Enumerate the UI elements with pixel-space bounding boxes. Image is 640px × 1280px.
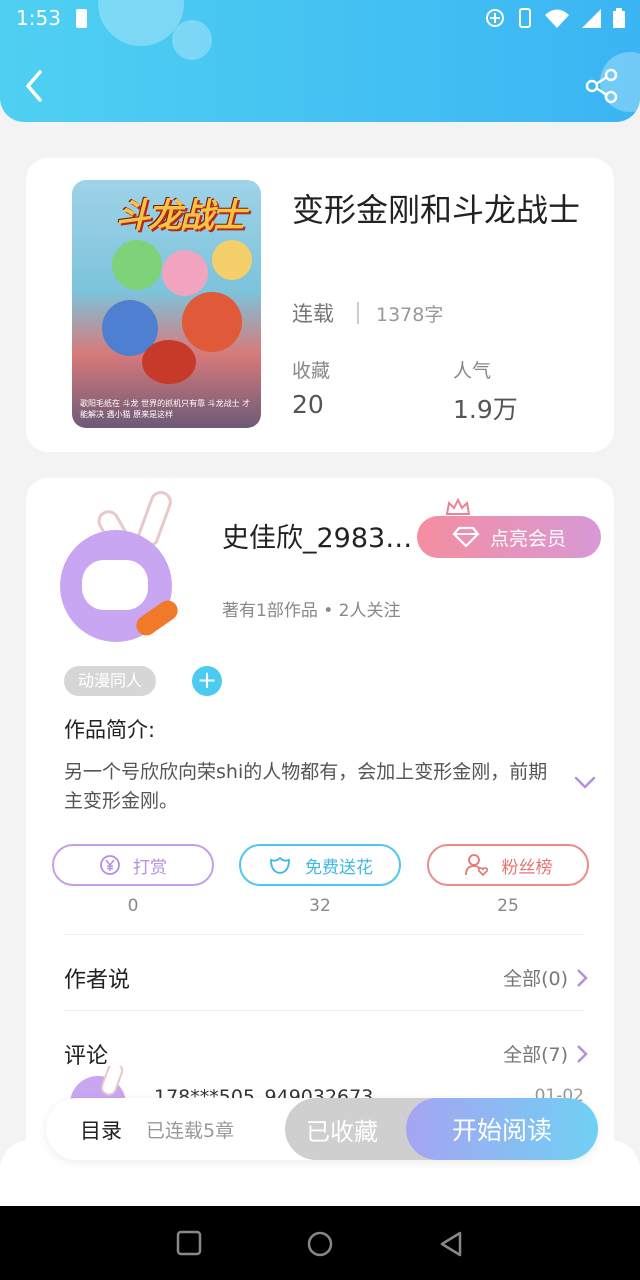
fan-icon <box>464 854 488 877</box>
back-arrow-icon[interactable] <box>20 68 50 104</box>
battery-icon <box>613 8 625 28</box>
book-status: 连载 <box>292 302 334 326</box>
cover-figure <box>142 340 196 384</box>
popularity-label: 人气 <box>453 360 492 382</box>
wifi-icon <box>545 9 569 28</box>
collected-label: 已收藏 <box>306 1117 378 1146</box>
chevron-down-icon[interactable] <box>574 776 596 790</box>
avatar[interactable] <box>60 487 190 646</box>
chat-bubble-icon <box>82 560 148 610</box>
chevron-right-icon <box>577 968 588 987</box>
fan-ranking-label: 粉丝榜 <box>501 857 553 878</box>
divider <box>64 1010 584 1011</box>
chevron-right-icon <box>577 1044 588 1063</box>
book-cover[interactable]: 斗龙战士6 歌阳毛纸在 斗龙 世界的抓机只有靠 斗龙战士 才能解决 遇小猫 原来… <box>72 180 261 428</box>
flower-icon <box>270 856 290 874</box>
add-tag-button[interactable]: + <box>192 666 222 696</box>
header: 1:53 <box>0 0 640 122</box>
back-nav-icon[interactable] <box>438 1230 464 1258</box>
author-says-all-label: 全部(0) <box>503 968 568 990</box>
author-name[interactable]: 史佳欣_2983… <box>222 516 412 555</box>
comments-all-label: 全部(7) <box>503 1044 568 1066</box>
book-word-count: 1378字 <box>376 304 444 326</box>
status-bar: 1:53 <box>0 0 640 40</box>
cover-figure <box>162 250 208 296</box>
tip-count: 0 <box>127 896 139 916</box>
vip-button[interactable]: 点亮会员 <box>417 516 601 558</box>
toc-button[interactable]: 目录 <box>80 1115 122 1145</box>
free-flower-button[interactable]: 免费送花 <box>239 844 401 886</box>
battery-saver-icon <box>76 9 87 28</box>
intro-text: 另一个号欣欣向荣shi的人物都有，会加上变形金刚，前期主变形金刚。 <box>64 761 548 812</box>
divider <box>357 302 359 324</box>
data-saver-icon <box>486 9 504 27</box>
share-icon[interactable] <box>584 68 620 104</box>
vip-label: 点亮会员 <box>489 527 566 550</box>
popularity-value: 1.9万 <box>453 395 518 424</box>
book-info-card: 斗龙战士6 歌阳毛纸在 斗龙 世界的抓机只有靠 斗龙战士 才能解决 遇小猫 原来… <box>26 158 614 452</box>
fan-count: 25 <box>497 896 519 916</box>
book-title: 变形金刚和斗龙战士 <box>292 191 581 229</box>
system-nav-bar <box>0 1206 640 1280</box>
cover-caption: 歌阳毛纸在 斗龙 世界的抓机只有靠 斗龙战士 才能解决 遇小猫 原来是这样 <box>80 399 251 419</box>
author-says-title: 作者说 <box>64 968 131 993</box>
toc-chapter-count: 已连载5章 <box>146 1120 235 1142</box>
home-icon[interactable] <box>306 1230 334 1258</box>
start-reading-label: 开始阅读 <box>451 1116 552 1145</box>
start-reading-button[interactable]: 开始阅读 <box>406 1098 598 1160</box>
cover-figure <box>112 240 162 290</box>
tip-label: 打赏 <box>133 857 167 878</box>
favorites-label: 收藏 <box>292 360 331 382</box>
comments-all-link[interactable]: 全部(7) <box>503 1040 588 1067</box>
author-says-all-link[interactable]: 全部(0) <box>503 964 588 991</box>
diamond-icon <box>452 526 480 548</box>
bottom-action-bar: 目录 已连载5章 已收藏 开始阅读 <box>46 1098 598 1160</box>
flower-count: 32 <box>309 896 331 916</box>
crown-icon <box>445 498 471 515</box>
signal-icon <box>582 9 601 28</box>
intro-title: 作品简介: <box>64 718 156 742</box>
vibrate-icon <box>519 8 531 28</box>
status-time: 1:53 <box>16 6 61 30</box>
free-flower-label: 免费送花 <box>305 857 373 878</box>
genre-tag[interactable]: 动漫同人 <box>64 666 157 696</box>
cover-figure <box>212 240 252 280</box>
author-meta: 著有1部作品 • 2人关注 <box>222 601 401 621</box>
cover-figure <box>182 292 242 352</box>
yen-icon <box>100 855 120 875</box>
favorites-value: 20 <box>292 390 324 419</box>
divider <box>64 934 584 935</box>
tip-button[interactable]: 打赏 <box>52 844 214 886</box>
fan-ranking-button[interactable]: 粉丝榜 <box>427 844 589 886</box>
recents-icon[interactable] <box>176 1230 202 1256</box>
status-icons <box>484 7 626 29</box>
